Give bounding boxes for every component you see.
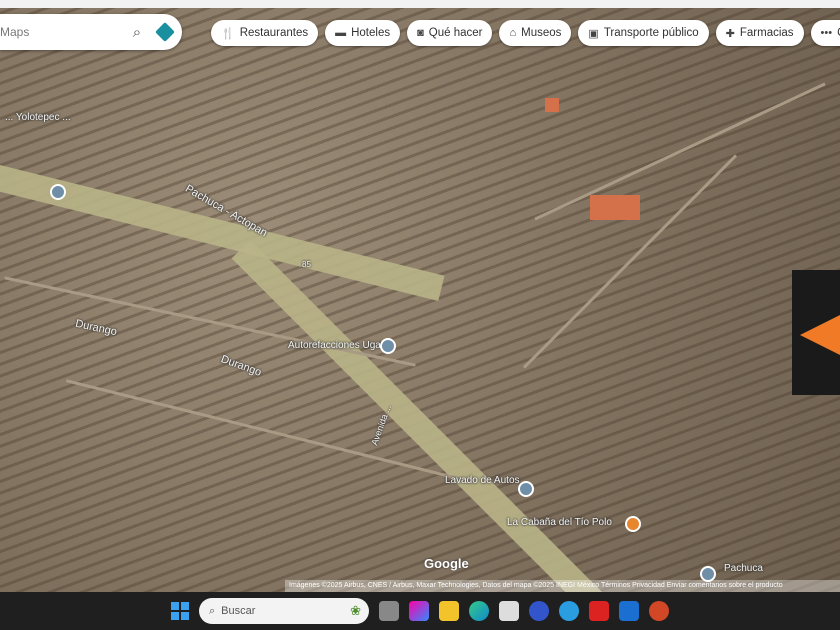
satellite-map[interactable]: Pachuca - Actopan Durango Durango Avenid… [0,0,840,592]
chip-transporte[interactable]: ▣ Transporte público [578,20,709,46]
transit-icon: ▣ [588,27,599,40]
pharmacy-icon: ✚ [725,27,735,40]
chip-que-hacer[interactable]: ◙ Qué hacer [407,20,493,46]
google-logo: Google [424,556,469,571]
chip-more[interactable]: •••Ca [810,20,840,46]
restaurant-icon: 🍴 [221,27,235,40]
place-label[interactable]: ... Yolotepec ... [5,112,71,123]
directions-icon[interactable] [155,22,175,42]
search-icon[interactable]: ⌕ [124,24,150,41]
street-label: Avenida ... [369,403,394,447]
place-label[interactable]: Autorefacciones Ugalde [288,340,394,351]
edge-icon[interactable] [469,601,489,621]
taskbar: ⌕ Buscar ❀ [0,592,840,630]
category-chips: 🍴 Restaurantes ▬ Hoteles ◙ Qué hacer ⌂ Museo… [211,20,840,46]
search-highlight-icon: ❀ [350,603,361,618]
app-icon[interactable] [559,601,579,621]
chip-label: Qué hacer [428,27,483,39]
outlook-icon[interactable] [619,601,639,621]
building [590,195,640,220]
place-pin-icon[interactable] [50,184,66,200]
task-view-icon[interactable] [379,601,399,621]
building [545,98,559,112]
street-label: Durango [219,353,263,379]
copilot-icon[interactable] [409,601,429,621]
highway [0,150,445,302]
street-label: Durango [74,317,118,339]
chip-restaurantes[interactable]: 🍴 Restaurantes [211,20,319,46]
chip-label: Restaurantes [239,27,309,39]
taskbar-search[interactable]: ⌕ Buscar ❀ [199,598,369,624]
place-pin-icon[interactable] [380,338,396,354]
map-attribution: Imágenes ©2025 Airbus, CNES / Airbus, Ma… [285,580,840,592]
chip-label: Farmacias [739,27,794,39]
mcafee-icon[interactable] [589,601,609,621]
place-pin-icon[interactable] [518,481,534,497]
hotel-icon: ▬ [335,27,347,39]
chip-museos[interactable]: ⌂ Museos [499,20,572,46]
taskbar-search-input[interactable]: Buscar [221,605,255,617]
search-box[interactable]: Maps ⌕ [0,14,182,50]
museum-icon: ⌂ [509,27,517,39]
file-explorer-icon[interactable] [439,601,459,621]
chip-label: Transporte público [603,27,699,39]
window-edge [0,0,840,8]
windows-start-icon[interactable] [171,602,189,620]
chip-farmacias[interactable]: ✚ Farmacias [715,20,804,46]
chip-label: Museos [521,27,562,39]
place-label[interactable]: Pachuca [724,563,763,574]
street [4,276,416,367]
street [522,154,738,369]
route-shield: 85 [302,260,311,269]
more-icon: ••• [820,27,833,39]
powerpoint-icon[interactable] [649,601,669,621]
chip-hoteles[interactable]: ▬ Hoteles [325,20,401,46]
search-icon: ⌕ [209,604,216,617]
place-label[interactable]: Lavado de Autos [445,475,520,486]
orange-logo-overlay [792,270,840,395]
restaurant-pin-icon[interactable] [625,516,641,532]
store-icon[interactable] [499,601,519,621]
camera-icon: ◙ [417,27,424,39]
chip-label: Hoteles [351,27,391,39]
place-label[interactable]: La Cabaña del Tío Polo [507,517,612,528]
app-icon[interactable] [529,601,549,621]
search-input[interactable]: Maps [0,25,124,39]
street [534,82,826,221]
